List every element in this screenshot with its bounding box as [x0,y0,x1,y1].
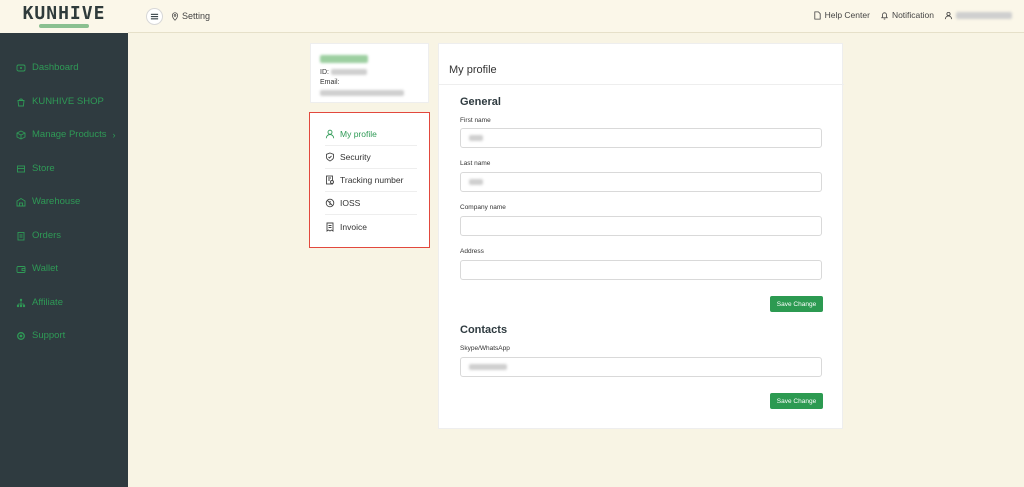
breadcrumb-label: Setting [182,11,211,21]
sidebar-item-label: Orders [32,230,62,241]
chevron-right-icon: › [112,129,116,140]
sidebar-item-support[interactable]: Support [16,330,65,341]
tracking-icon [326,175,334,185]
general-heading: General [460,96,501,108]
last-name-field[interactable] [460,172,822,192]
settings-item-label: Security [340,152,371,162]
store-icon [17,165,25,172]
contacts-heading: Contacts [460,324,508,336]
logo-text: KUNHIVE [22,3,106,24]
sidebar-item-label: Affiliate [32,297,63,308]
page-title: My profile [449,64,497,76]
bell-icon [880,11,888,19]
last-name-value-redacted [469,179,483,185]
user-icon [944,11,953,19]
account-id-redacted [330,69,367,76]
wallet-icon [16,265,26,273]
sidebar: Dashboard KUNHIVE SHOP Manage Products ›… [0,33,128,487]
help-center-link[interactable]: Help Center [813,10,870,20]
ioss-icon [325,198,335,208]
settings-item-ioss[interactable]: IOSS [325,192,417,215]
sidebar-item-dashboard[interactable]: Dashboard [16,62,78,73]
logo-underline [39,24,89,28]
account-summary-card: ID: Email: [310,43,429,103]
profile-form-card: My profile General First name Last name … [438,43,844,429]
shop-bag-icon [17,98,25,106]
save-general-button[interactable]: Save Change [770,296,823,312]
sidebar-item-orders[interactable]: Orders [16,230,61,241]
settings-menu: My profile Security Tracking number IOSS… [309,112,430,248]
hamburger-icon [150,13,159,20]
notification-label: Notification [891,10,934,20]
help-center-label: Help Center [824,10,870,20]
save-contacts-button[interactable]: Save Change [770,393,823,409]
shield-icon [326,152,334,162]
sidebar-item-manage-products[interactable]: Manage Products › [16,129,115,140]
sidebar-item-label: Warehouse [32,196,81,207]
user-icon [325,129,335,139]
sidebar-item-store[interactable]: Store [16,163,55,174]
settings-item-label: IOSS [340,198,361,208]
address-field[interactable] [460,260,822,280]
settings-item-security[interactable]: Security [325,146,417,169]
title-divider [439,84,844,85]
first-name-label: First name [460,117,491,124]
orders-icon [17,231,25,240]
sidebar-item-label: Support [32,330,66,341]
account-id-row: ID: [320,69,367,76]
skype-whatsapp-label: Skype/WhatsApp [460,345,510,352]
document-icon [813,10,821,20]
sidebar-item-label: Dashboard [32,62,79,73]
company-name-label: Company name [460,204,506,211]
settings-item-label: Invoice [340,221,367,232]
sidebar-item-affiliate[interactable]: Affiliate [16,297,63,308]
location-pin-icon [171,11,179,21]
settings-item-my-profile[interactable]: My profile [325,123,417,146]
sidebar-item-label: Store [32,163,55,174]
first-name-field[interactable] [460,128,822,148]
breadcrumb: Setting [171,11,210,21]
top-header: KUNHIVE Setting Help Center Notification [0,0,1024,33]
sidebar-item-kunhive-shop[interactable]: KUNHIVE SHOP [16,96,104,107]
user-menu[interactable] [944,11,1012,20]
box-icon [16,129,26,140]
warehouse-icon [16,197,26,206]
header-actions: Help Center Notification [803,10,1012,20]
invoice-icon [326,222,334,232]
username-redacted [956,11,1012,19]
support-icon [17,331,25,340]
address-label: Address [460,248,484,255]
settings-item-label: My profile [340,129,377,139]
settings-item-label: Tracking number [340,175,404,185]
skype-whatsapp-value-redacted [469,364,507,370]
account-name-redacted [320,55,368,63]
affiliate-icon [16,298,26,307]
sidebar-item-label: Manage Products [32,129,107,140]
settings-item-invoice[interactable]: Invoice [325,215,417,238]
sidebar-item-label: Wallet [32,263,59,274]
sidebar-item-label: KUNHIVE SHOP [32,96,104,107]
skype-whatsapp-field[interactable] [460,357,822,377]
dashboard-icon [16,64,26,71]
menu-toggle-button[interactable] [146,8,163,25]
company-name-field[interactable] [460,216,822,236]
account-email-label: Email: [320,79,340,86]
brand-logo[interactable]: KUNHIVE [0,0,128,33]
settings-item-tracking-number[interactable]: Tracking number [325,169,417,192]
last-name-label: Last name [460,160,491,167]
sidebar-item-wallet[interactable]: Wallet [16,263,58,274]
account-id-label: ID: [320,69,329,76]
first-name-value-redacted [469,135,483,141]
notification-link[interactable]: Notification [880,10,934,20]
account-email-redacted [320,90,404,96]
sidebar-item-warehouse[interactable]: Warehouse [16,196,80,207]
